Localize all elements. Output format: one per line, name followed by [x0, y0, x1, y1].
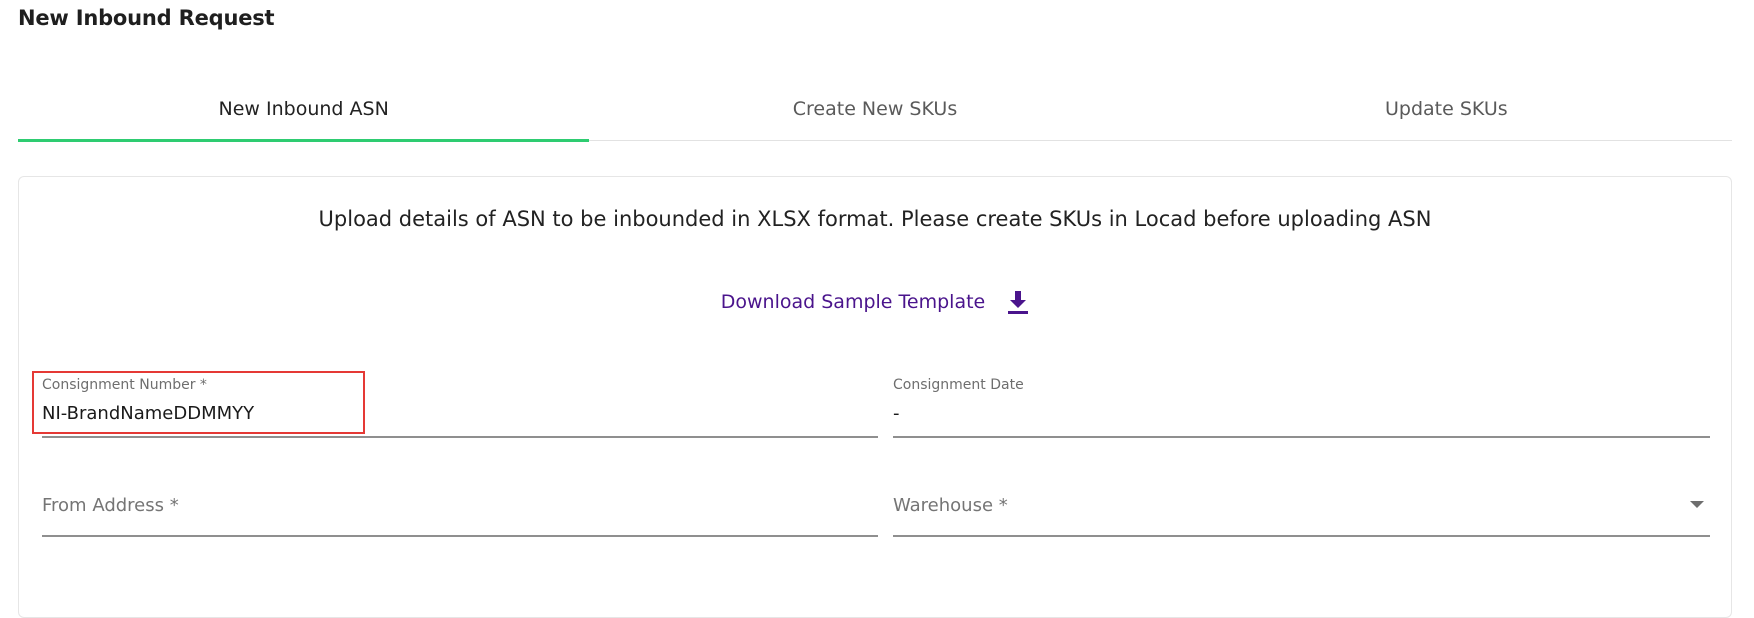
download-link-label[interactable]: Download Sample Template [721, 291, 985, 313]
tab-create-new-skus[interactable]: Create New SKUs [589, 78, 1160, 140]
consignment-date-underline [893, 436, 1710, 438]
tab-update-skus[interactable]: Update SKUs [1161, 78, 1732, 140]
chevron-down-icon[interactable] [1690, 501, 1704, 508]
warehouse-select[interactable]: Warehouse * [893, 495, 1710, 537]
upload-instructions: Upload details of ASN to be inbounded in… [318, 207, 1432, 231]
page-title: New Inbound Request [18, 6, 275, 30]
from-address-input[interactable]: From Address * [42, 495, 878, 516]
warehouse-placeholder[interactable]: Warehouse * [893, 495, 1710, 516]
download-sample-template-link[interactable]: Download Sample Template [19, 289, 1731, 315]
download-icon[interactable] [1007, 289, 1029, 315]
consignment-date-field[interactable]: Consignment Date - [893, 377, 1710, 438]
tab-bar: New Inbound ASN Create New SKUs Update S… [18, 78, 1732, 142]
tab-new-inbound-asn[interactable]: New Inbound ASN [18, 78, 590, 142]
from-address-underline [42, 535, 878, 537]
consignment-number-highlight [32, 371, 365, 434]
consignment-date-input[interactable]: - [893, 403, 1710, 429]
consignment-date-label: Consignment Date [893, 377, 1024, 393]
upload-card: Upload details of ASN to be inbounded in… [18, 176, 1732, 618]
consignment-number-underline [42, 436, 878, 438]
from-address-field[interactable]: From Address * [42, 495, 878, 537]
warehouse-underline [893, 535, 1710, 537]
